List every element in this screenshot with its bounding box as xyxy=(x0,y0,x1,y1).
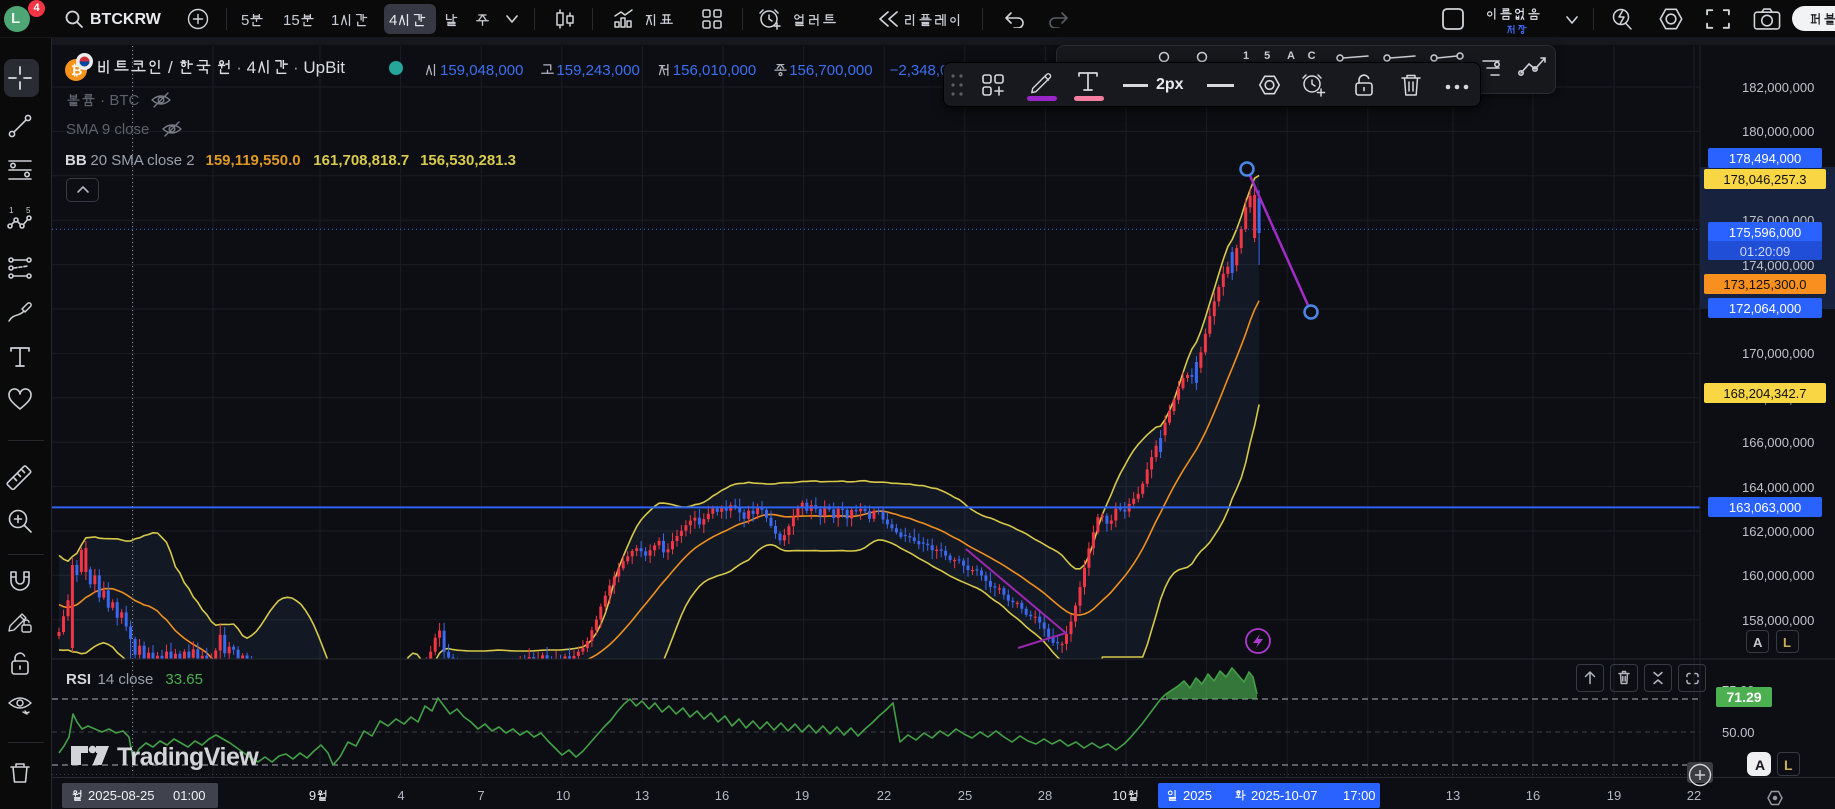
svg-text:1: 1 xyxy=(9,206,14,215)
svg-text:5: 5 xyxy=(26,206,31,215)
